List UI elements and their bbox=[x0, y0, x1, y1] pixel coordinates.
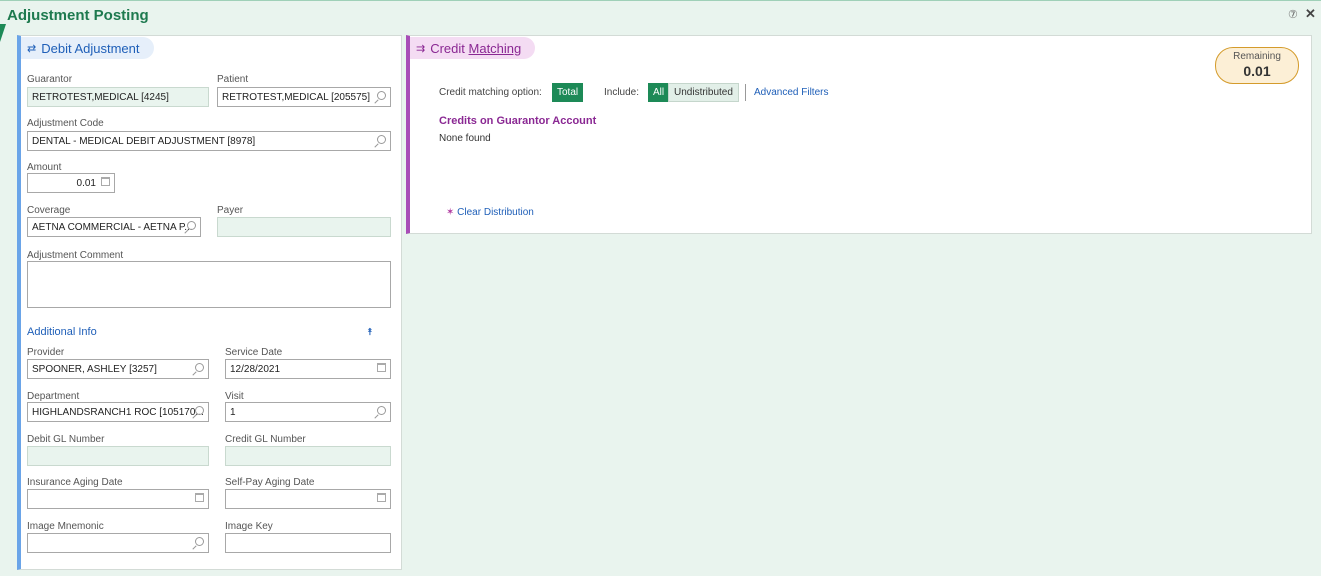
service-date-field[interactable]: 12/28/2021 bbox=[225, 359, 391, 379]
include-label: Include: bbox=[604, 87, 640, 98]
visit-field[interactable]: 1 bbox=[225, 402, 391, 422]
search-icon[interactable] bbox=[195, 537, 204, 549]
credit-matching-icon: ⇉ bbox=[416, 42, 426, 55]
clear-distribution-link[interactable]: ✶ Clear Distribution bbox=[446, 207, 534, 218]
adjustment-code-value: DENTAL - MEDICAL DEBIT ADJUSTMENT [8978] bbox=[32, 136, 256, 147]
additional-info-label: Additional Info bbox=[27, 326, 97, 338]
credit-matching-title: Credit Matching bbox=[430, 41, 521, 56]
calendar-icon[interactable] bbox=[377, 493, 386, 505]
clear-distribution-icon: ✶ bbox=[446, 207, 455, 218]
credit-matching-panel: ⇉ Credit Matching Credit matching option… bbox=[406, 35, 1312, 234]
coverage-label: Coverage bbox=[27, 205, 71, 216]
service-date-label: Service Date bbox=[225, 347, 283, 358]
remaining-badge: Remaining 0.01 bbox=[1215, 47, 1299, 84]
credit-gl-field bbox=[225, 446, 391, 466]
calendar-icon[interactable] bbox=[377, 363, 386, 375]
guarantor-label: Guarantor bbox=[27, 74, 73, 85]
guarantor-value: RETROTEST,MEDICAL [4245] bbox=[32, 92, 169, 103]
advanced-filters-link[interactable]: Advanced Filters bbox=[754, 87, 828, 98]
debit-adjustment-icon: ⇄ bbox=[27, 42, 37, 55]
search-icon[interactable] bbox=[377, 406, 386, 418]
patient-value: RETROTEST,MEDICAL [205575] bbox=[222, 92, 371, 103]
visit-label: Visit bbox=[225, 391, 244, 402]
service-date-value: 12/28/2021 bbox=[230, 364, 281, 375]
adjustment-code-field[interactable]: DENTAL - MEDICAL DEBIT ADJUSTMENT [8978] bbox=[27, 131, 391, 151]
divider bbox=[745, 84, 746, 101]
image-mnemonic-field[interactable] bbox=[27, 533, 209, 553]
coverage-value: AETNA COMMERCIAL - AETNA P... bbox=[32, 222, 193, 233]
clear-distribution-label: Clear Distribution bbox=[457, 207, 534, 218]
image-key-label: Image Key bbox=[225, 521, 273, 532]
department-label: Department bbox=[27, 391, 80, 402]
help-icon[interactable]: ⑦ bbox=[1288, 8, 1298, 21]
collapse-icon[interactable]: ⯭ bbox=[367, 327, 373, 338]
image-mnemonic-label: Image Mnemonic bbox=[27, 521, 104, 532]
credits-status-text: None found bbox=[439, 133, 491, 144]
amount-label: Amount bbox=[27, 162, 62, 173]
payer-field bbox=[217, 217, 391, 237]
amount-value: 0.01 bbox=[76, 178, 96, 189]
title-bar: Adjustment Posting ⑦ ✕ bbox=[0, 0, 1321, 30]
provider-label: Provider bbox=[27, 347, 65, 358]
include-all-button[interactable]: All bbox=[648, 83, 670, 102]
window-title: Adjustment Posting bbox=[7, 7, 149, 24]
credits-on-guarantor-account-heading: Credits on Guarantor Account bbox=[439, 115, 597, 127]
self-pay-aging-date-label: Self-Pay Aging Date bbox=[225, 477, 315, 488]
adjustment-comment-field[interactable] bbox=[27, 261, 391, 308]
debit-adjustment-panel: ⇄ Debit Adjustment Guarantor RETROTEST,M… bbox=[17, 35, 402, 570]
debit-adjustment-header: ⇄ Debit Adjustment bbox=[21, 37, 154, 59]
payer-label: Payer bbox=[217, 205, 244, 216]
provider-value: SPOONER, ASHLEY [3257] bbox=[32, 364, 157, 375]
credit-gl-label: Credit GL Number bbox=[225, 434, 306, 445]
self-pay-aging-date-field[interactable] bbox=[225, 489, 391, 509]
debit-adjustment-title: Debit Adjustment bbox=[41, 40, 140, 56]
search-icon[interactable] bbox=[377, 91, 386, 103]
amount-field[interactable]: 0.01 bbox=[27, 173, 115, 193]
credit-matching-header: ⇉ Credit Matching bbox=[410, 37, 536, 59]
visit-value: 1 bbox=[230, 407, 236, 418]
credit-matching-title-prefix: Credit bbox=[430, 40, 469, 56]
debit-gl-label: Debit GL Number bbox=[27, 434, 105, 445]
debit-gl-field bbox=[27, 446, 209, 466]
search-icon[interactable] bbox=[377, 135, 386, 147]
search-icon[interactable] bbox=[195, 363, 204, 375]
search-icon[interactable] bbox=[187, 221, 196, 233]
provider-field[interactable]: SPOONER, ASHLEY [3257] bbox=[27, 359, 209, 379]
image-key-field[interactable] bbox=[225, 533, 391, 553]
adjustment-comment-label: Adjustment Comment bbox=[27, 250, 124, 261]
patient-label: Patient bbox=[217, 74, 249, 85]
adjustment-code-label: Adjustment Code bbox=[27, 118, 104, 129]
credit-matching-title-underlined: Matching bbox=[468, 40, 522, 56]
insurance-aging-date-field[interactable] bbox=[27, 489, 209, 509]
insurance-aging-date-label: Insurance Aging Date bbox=[27, 477, 123, 488]
calendar-icon[interactable] bbox=[195, 493, 204, 505]
coverage-field[interactable]: AETNA COMMERCIAL - AETNA P... bbox=[27, 217, 201, 237]
department-field[interactable]: HIGHLANDSRANCH1 ROC [105170... bbox=[27, 402, 209, 422]
remaining-label: Remaining bbox=[1233, 51, 1281, 62]
remaining-value: 0.01 bbox=[1243, 63, 1271, 79]
patient-field[interactable]: RETROTEST,MEDICAL [205575] bbox=[217, 87, 391, 107]
credit-matching-option-label: Credit matching option: bbox=[439, 87, 542, 98]
close-icon[interactable]: ✕ bbox=[1305, 6, 1316, 22]
department-value: HIGHLANDSRANCH1 ROC [105170... bbox=[32, 407, 204, 418]
calculator-icon[interactable] bbox=[101, 177, 110, 189]
include-undistributed-button[interactable]: Undistributed bbox=[668, 83, 739, 102]
search-icon[interactable] bbox=[195, 406, 204, 418]
total-option-button[interactable]: Total bbox=[552, 83, 584, 102]
guarantor-field: RETROTEST,MEDICAL [4245] bbox=[27, 87, 209, 107]
